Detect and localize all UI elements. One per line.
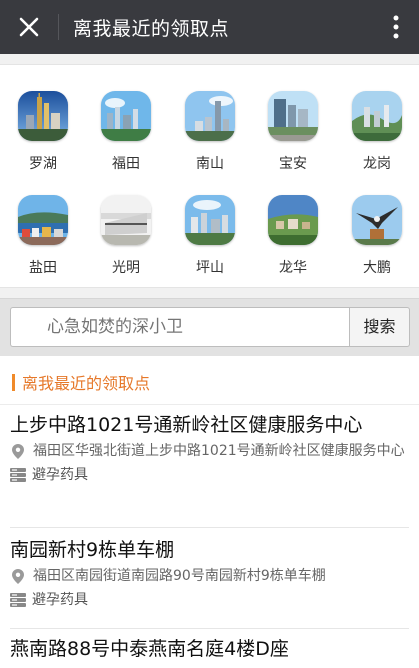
site-name: 燕南路88号中泰燕南名庭4楼D座 <box>10 638 289 660</box>
site-name: 南园新村9栋单车棚 <box>10 539 175 561</box>
search-bar: 搜索 <box>0 298 419 356</box>
section-title: 离我最近的领取点 <box>22 374 151 393</box>
nearby-list-panel: 离我最近的领取点 上步中路1021号通新岭社区健康服务中心 福田区华强北街道上步… <box>0 356 419 668</box>
district-label: 龙岗 <box>363 156 391 172</box>
section-accent-bar <box>12 373 15 391</box>
district-item-luohu[interactable]: 罗湖 <box>1 91 85 191</box>
site-item[interactable]: 燕南路88号中泰燕南名庭4楼D座 <box>10 636 410 662</box>
site-item[interactable]: 上步中路1021号通新岭社区健康服务中心 福田区华强北街道上步中路1021号通新… <box>10 412 410 486</box>
divider <box>10 527 409 528</box>
district-label: 坪山 <box>196 260 224 276</box>
district-item-futian[interactable]: 福田 <box>84 91 168 191</box>
site-address-text: 福田区南园街道南园路90号南园新村9栋单车棚 <box>33 568 326 584</box>
yantian-harbor-icon <box>18 195 68 245</box>
longhua-town-icon <box>268 195 318 245</box>
district-item-guangming[interactable]: 光明 <box>84 195 168 295</box>
district-item-yantian[interactable]: 盐田 <box>1 195 85 295</box>
more-vertical-icon <box>393 15 399 39</box>
district-label: 福田 <box>112 156 140 172</box>
close-icon <box>19 17 39 37</box>
district-label: 罗湖 <box>29 156 57 172</box>
futian-skyline-icon <box>101 91 151 141</box>
site-service: 避孕药具 <box>10 464 410 486</box>
dapeng-eagle-icon <box>352 195 402 245</box>
district-grid: 罗湖 福田 南山 宝安 龙岗 盐田 光明 坪山 龙华 大鹏 <box>0 64 419 288</box>
pingshan-city-icon <box>185 195 235 245</box>
server-stack-icon <box>10 593 26 607</box>
section-header: 离我最近的领取点 <box>12 372 151 393</box>
district-item-longgang[interactable]: 龙岗 <box>335 91 419 191</box>
district-label: 光明 <box>112 260 140 276</box>
site-name: 上步中路1021号通新岭社区健康服务中心 <box>10 414 363 436</box>
server-stack-icon <box>10 468 26 482</box>
luohu-skyline-icon <box>18 91 68 141</box>
more-button[interactable] <box>373 0 419 54</box>
top-bar: 离我最近的领取点 <box>0 0 419 54</box>
district-label: 宝安 <box>279 156 307 172</box>
site-service-text: 避孕药具 <box>32 467 88 483</box>
nanshan-skyline-icon <box>185 91 235 141</box>
site-address: 福田区南园街道南园路90号南园新村9栋单车棚 <box>10 565 410 587</box>
district-item-dapeng[interactable]: 大鹏 <box>335 195 419 295</box>
district-item-baoan[interactable]: 宝安 <box>251 91 335 191</box>
page-title: 离我最近的领取点 <box>73 17 230 40</box>
district-label: 南山 <box>196 156 224 172</box>
district-label: 龙华 <box>279 260 307 276</box>
search-input[interactable] <box>10 307 350 347</box>
baoan-skyline-icon <box>268 91 318 141</box>
district-label: 大鹏 <box>363 260 391 276</box>
divider <box>10 628 409 629</box>
longgang-skyline-icon <box>352 91 402 141</box>
site-address-text: 福田区华强北街道上步中路1021号通新岭社区健康服务中心 <box>33 443 405 459</box>
site-item[interactable]: 南园新村9栋单车棚 福田区南园街道南园路90号南园新村9栋单车棚 避孕药具 <box>10 537 410 611</box>
district-item-longhua[interactable]: 龙华 <box>251 195 335 295</box>
divider <box>0 404 419 405</box>
search-button[interactable]: 搜索 <box>349 307 410 347</box>
site-address: 福田区华强北街道上步中路1021号通新岭社区健康服务中心 <box>10 440 410 462</box>
district-item-pingshan[interactable]: 坪山 <box>168 195 252 295</box>
district-item-nanshan[interactable]: 南山 <box>168 91 252 191</box>
district-label: 盐田 <box>29 260 57 276</box>
site-service: 避孕药具 <box>10 589 410 611</box>
close-button[interactable] <box>0 0 58 54</box>
site-service-text: 避孕药具 <box>32 592 88 608</box>
location-pin-icon <box>12 569 24 584</box>
guangming-gate-icon <box>101 195 151 245</box>
location-pin-icon <box>12 444 24 459</box>
